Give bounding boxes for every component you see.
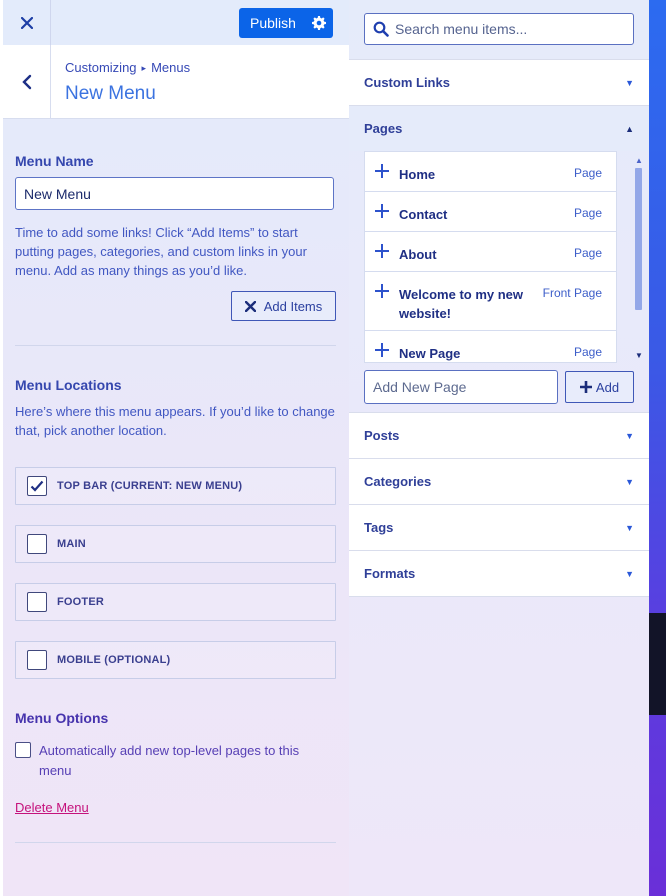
menu-name-help-text: Time to add some links! Click “Add Items…: [15, 225, 307, 278]
breadcrumb-separator-icon: ▸: [141, 63, 147, 73]
site-preview-edge: [649, 0, 666, 896]
accordion-formats[interactable]: Formats ▼: [349, 550, 649, 597]
accordion-posts[interactable]: Posts ▼: [349, 412, 649, 458]
customizer-sidebar: Publish Customizing ▸ Menus New Menu Menu …: [0, 0, 350, 896]
scroll-down-arrow-icon[interactable]: ▼: [635, 351, 643, 360]
pages-scrollbar[interactable]: ▲ ▼: [633, 156, 643, 360]
location-main[interactable]: MAIN: [15, 525, 336, 563]
triangle-up-icon: ▲: [625, 123, 634, 134]
available-items-panel: Search menu items... Custom Links ▼ Page…: [349, 0, 649, 896]
page-item-home[interactable]: Home Page: [365, 152, 616, 192]
accordion-custom-links[interactable]: Custom Links ▼: [349, 59, 649, 105]
sidebar-edge: [0, 0, 3, 896]
page-name: Home: [399, 167, 436, 182]
breadcrumb-item: Menus: [151, 60, 191, 75]
menu-locations-heading: Menu Locations: [15, 377, 122, 393]
auto-add-pages-label: Automatically add new top-level pages to…: [39, 743, 300, 778]
location-checkbox[interactable]: [27, 592, 47, 612]
plus-icon: [365, 152, 399, 178]
plus-icon: [365, 232, 399, 258]
search-menu-items-input[interactable]: Search menu items...: [364, 13, 634, 45]
scrollbar-thumb[interactable]: [635, 168, 642, 310]
page-item-new-page[interactable]: New Page Page: [365, 331, 616, 362]
back-button[interactable]: [3, 45, 51, 118]
auto-add-pages-checkbox[interactable]: [15, 742, 31, 758]
menu-options-heading: Menu Options: [15, 710, 109, 726]
preview-dark-block: [649, 613, 666, 715]
plus-icon: [365, 192, 399, 218]
menu-name-input[interactable]: New Menu: [15, 177, 334, 210]
accordion-title: Tags: [364, 520, 394, 535]
triangle-down-icon: ▼: [625, 522, 634, 533]
page-name: Contact: [399, 207, 448, 222]
add-new-page-input[interactable]: Add New Page: [364, 370, 558, 404]
triangle-down-icon: ▼: [625, 568, 634, 579]
accordion-categories[interactable]: Categories ▼: [349, 458, 649, 504]
page-type: Page: [573, 345, 602, 359]
chevron-left-icon: [21, 74, 31, 89]
breadcrumb-item: Customizing: [65, 60, 137, 75]
divider: [15, 842, 336, 843]
location-label: MAIN: [57, 538, 86, 550]
checkmark-icon: [30, 480, 44, 492]
delete-menu-link[interactable]: Delete Menu: [15, 800, 89, 815]
page-name: New Page: [399, 346, 461, 361]
breadcrumb: Customizing ▸ Menus: [65, 60, 190, 75]
accordion-pages[interactable]: Pages ▲: [349, 105, 649, 151]
location-label: FOOTER: [57, 596, 105, 608]
plus-icon: [365, 331, 399, 357]
triangle-down-icon: ▼: [625, 430, 634, 441]
accordion-title: Pages: [364, 121, 403, 136]
page-type: Front Page: [542, 286, 602, 300]
accordion-title: Formats: [364, 566, 416, 581]
location-checkbox[interactable]: [27, 476, 47, 496]
x-icon: [244, 300, 256, 312]
page-name: About: [399, 247, 437, 262]
page-title: New Menu: [65, 83, 156, 104]
location-mobile[interactable]: MOBILE (OPTIONAL): [15, 641, 336, 679]
page-name: Welcome to my new website!: [399, 287, 524, 321]
accordion-title: Custom Links: [364, 75, 450, 90]
page-item-contact[interactable]: Contact Page: [365, 192, 616, 232]
gear-icon: [311, 16, 326, 30]
publish-settings-button[interactable]: [305, 8, 333, 38]
add-items-label: Add Items: [263, 298, 323, 314]
close-icon: [20, 16, 33, 29]
search-icon: [373, 21, 389, 37]
divider: [15, 345, 336, 346]
publish-button-group: Publish: [239, 8, 333, 38]
triangle-down-icon: ▼: [625, 476, 634, 487]
accordion-tags[interactable]: Tags ▼: [349, 504, 649, 550]
location-checkbox[interactable]: [27, 534, 47, 554]
plus-icon: [365, 272, 399, 298]
page-type: Page: [573, 246, 602, 260]
page-item-about[interactable]: About Page: [365, 232, 616, 272]
add-page-label: Add: [595, 379, 620, 395]
section-header: Customizing ▸ Menus New Menu: [3, 45, 349, 119]
close-button[interactable]: [3, 0, 51, 45]
plus-icon: [579, 381, 592, 393]
menu-name-heading: Menu Name: [15, 153, 94, 169]
location-footer[interactable]: FOOTER: [15, 583, 336, 621]
accordion-title: Posts: [364, 428, 400, 443]
add-page-button[interactable]: Add: [565, 371, 634, 403]
page-item-welcome[interactable]: Welcome to my new website! Front Page: [365, 272, 616, 331]
add-items-button[interactable]: Add Items: [231, 291, 336, 321]
page-type: Page: [573, 206, 602, 220]
location-top-bar[interactable]: TOP BAR (CURRENT: NEW MENU): [15, 467, 336, 505]
accordion-title: Categories: [364, 474, 432, 489]
publish-button[interactable]: Publish: [239, 8, 305, 38]
search-placeholder: Search menu items...: [395, 21, 528, 37]
triangle-down-icon: ▼: [625, 77, 634, 88]
location-label: TOP BAR (CURRENT: NEW MENU): [57, 480, 243, 492]
menu-locations-help-text: Here’s where this menu appears. If you’d…: [15, 404, 335, 438]
scroll-up-arrow-icon[interactable]: ▲: [635, 156, 643, 165]
location-checkbox[interactable]: [27, 650, 47, 670]
location-label: MOBILE (OPTIONAL): [57, 654, 171, 666]
page-type: Page: [573, 166, 602, 180]
pages-list: Home Page Contact Page About Page Welcom…: [364, 151, 617, 363]
